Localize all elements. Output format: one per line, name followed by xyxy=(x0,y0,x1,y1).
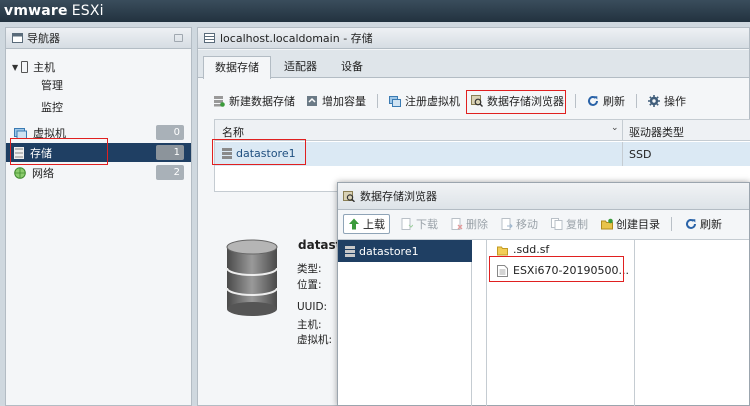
network-icon xyxy=(14,166,26,179)
page-title: localhost.localdomain - 存储 xyxy=(220,32,373,45)
storage-icon xyxy=(204,33,215,43)
upload-icon xyxy=(349,218,359,230)
list-item[interactable]: datastore1 xyxy=(338,240,472,262)
tree-item-label: 网络 xyxy=(32,166,54,180)
tab-adapters[interactable]: 适配器 xyxy=(273,56,328,78)
annotation-box xyxy=(466,90,566,114)
host-icon xyxy=(21,61,29,73)
download-button[interactable]: 下载 xyxy=(399,214,440,234)
toolbar-divider xyxy=(636,94,637,108)
browser-toolbar: 上载 下载 删除 移动 复制 创建目录 刷新 xyxy=(338,211,749,237)
register-vm-icon xyxy=(389,96,401,107)
navigator-header: 导航器 xyxy=(6,28,191,49)
datastore-browser-icon xyxy=(343,190,355,202)
storage-toolbar: 新建数据存储 增加容量 注册虚拟机 数据存储浏览器 刷新 操作 xyxy=(213,92,697,110)
tab-datastores[interactable]: 数据存储 xyxy=(203,56,271,79)
refresh-icon xyxy=(686,218,696,229)
tree-item-manage[interactable]: 管理 xyxy=(41,77,63,93)
column-header-drive-type[interactable]: 驱动器类型 xyxy=(629,124,684,140)
gear-icon xyxy=(648,95,660,107)
detail-label-location: 位置: xyxy=(297,279,322,291)
vm-icon xyxy=(14,127,27,139)
vmware-esxi-logo: vmware ESXi xyxy=(4,3,104,19)
toolbar-divider xyxy=(575,94,576,108)
toolbar-divider xyxy=(671,217,672,231)
refresh-button[interactable]: 刷新 xyxy=(683,214,724,234)
navigator-panel: 导航器 ▼ 主机 管理 监控 虚拟机 0 存储 1 网络 2 xyxy=(5,27,192,406)
tree-item-host[interactable]: ▼ 主机 xyxy=(12,59,55,75)
datastore-browser-dialog: 数据存储浏览器 上载 下载 删除 移动 复制 创建目录 刷新 datastore… xyxy=(337,182,750,406)
datastore-icon xyxy=(345,245,355,257)
drive-type: SSD xyxy=(629,148,652,161)
move-icon xyxy=(501,218,513,230)
increase-capacity-button[interactable]: 增加容量 xyxy=(306,93,366,109)
list-item[interactable]: .sdd.sf xyxy=(497,243,549,256)
tree-item-network[interactable]: 网络 2 xyxy=(6,163,191,182)
copy-icon xyxy=(551,218,563,230)
increase-capacity-icon xyxy=(307,96,317,106)
register-vm-button[interactable]: 注册虚拟机 xyxy=(389,93,460,109)
annotation-box xyxy=(212,139,306,165)
navigator-title: 导航器 xyxy=(27,32,60,45)
tab-devices[interactable]: 设备 xyxy=(330,56,374,78)
move-button[interactable]: 移动 xyxy=(499,214,540,234)
datastore-list: datastore1 xyxy=(338,240,472,406)
grid-header: 名称 ⌄ 驱动器类型 xyxy=(215,120,750,141)
detail-label-vms: 虚拟机: xyxy=(297,334,333,346)
refresh-icon xyxy=(588,95,598,106)
new-datastore-button[interactable]: 新建数据存储 xyxy=(213,93,295,109)
delete-button[interactable]: 删除 xyxy=(449,214,490,234)
refresh-button[interactable]: 刷新 xyxy=(587,93,625,109)
delete-icon xyxy=(451,218,463,230)
host-label: 主机 xyxy=(33,61,56,74)
actions-button[interactable]: 操作 xyxy=(648,93,686,109)
tree-item-monitor[interactable]: 监控 xyxy=(41,99,63,115)
create-directory-button[interactable]: 创建目录 xyxy=(599,214,662,234)
app-header: vmware ESXi xyxy=(0,0,750,22)
datastore-large-icon xyxy=(226,239,278,316)
detail-label-uuid: UUID: xyxy=(297,301,328,313)
upload-button[interactable]: 上载 xyxy=(343,214,390,234)
count-badge: 2 xyxy=(156,165,184,180)
caret-down-icon[interactable]: ▼ xyxy=(12,63,18,72)
count-badge: 0 xyxy=(156,125,184,140)
download-icon xyxy=(401,218,413,230)
count-badge: 1 xyxy=(156,145,184,160)
chevron-down-icon[interactable]: ⌄ xyxy=(611,123,619,133)
copy-button[interactable]: 复制 xyxy=(549,214,590,234)
dialog-title-bar[interactable]: 数据存储浏览器 xyxy=(338,183,749,210)
column-header-name[interactable]: 名称 xyxy=(222,124,244,140)
detail-label-type: 类型: xyxy=(297,263,322,275)
collapse-icon[interactable] xyxy=(174,34,183,42)
annotation-box xyxy=(489,256,624,282)
storage-panel-header: localhost.localdomain - 存储 xyxy=(198,28,749,49)
annotation-box xyxy=(10,138,108,165)
dialog-title: 数据存储浏览器 xyxy=(360,190,437,203)
new-datastore-icon xyxy=(214,96,225,107)
navigator-icon xyxy=(12,33,23,43)
toolbar-divider xyxy=(377,94,378,108)
new-folder-icon xyxy=(601,218,613,230)
folder-icon xyxy=(497,246,508,255)
tab-bar: 数据存储 适配器 设备 xyxy=(198,50,749,79)
detail-label-hosts: 主机: xyxy=(297,319,322,331)
